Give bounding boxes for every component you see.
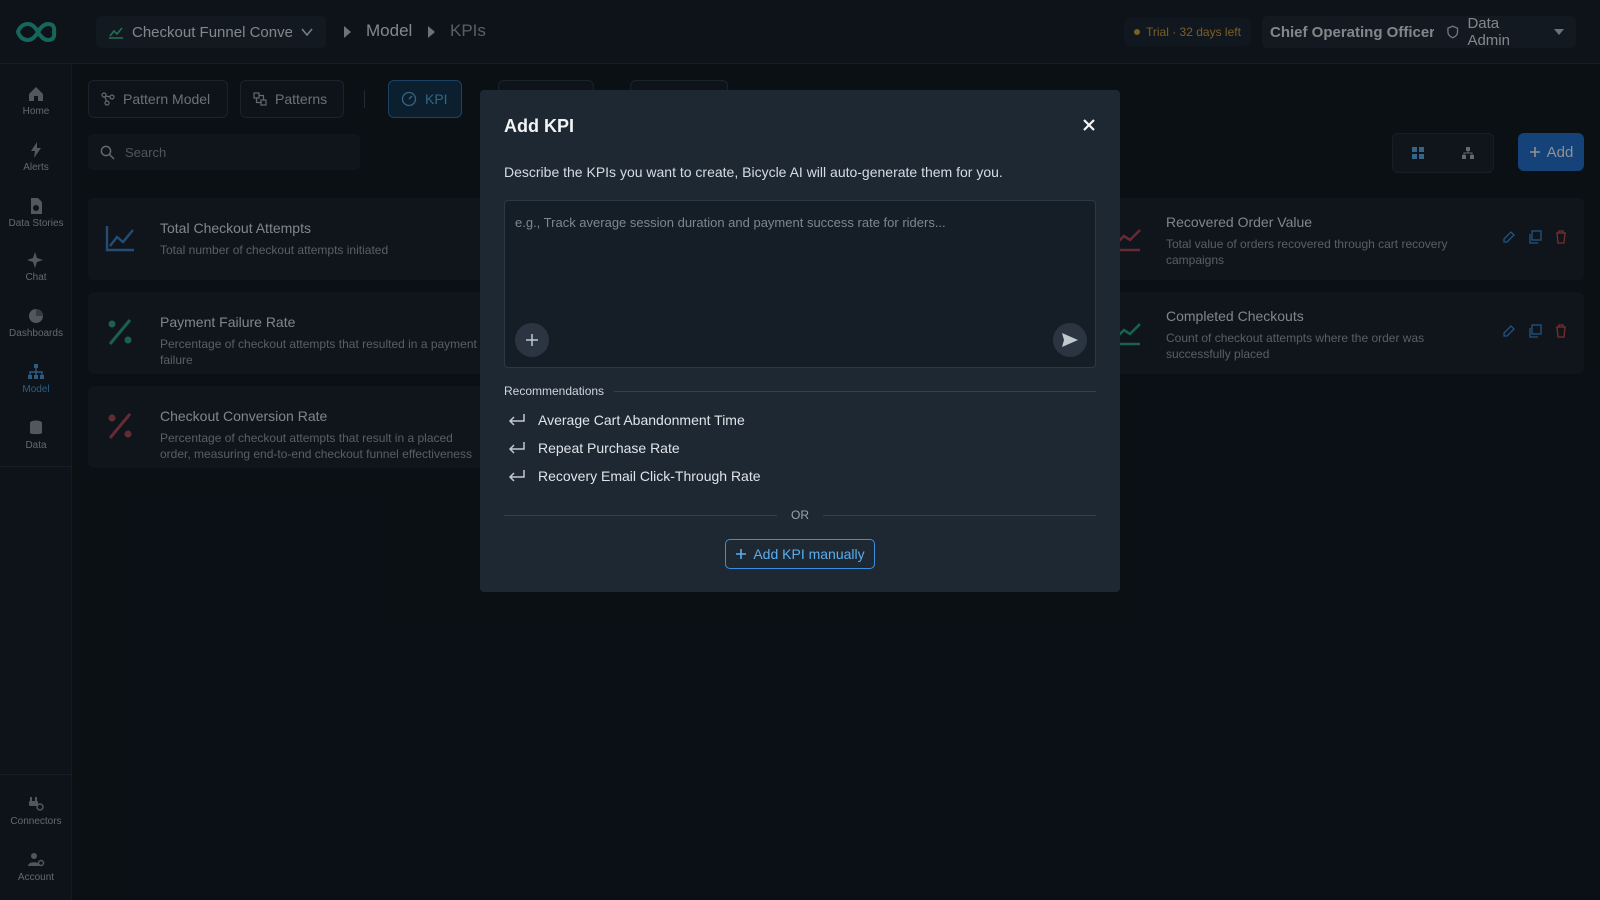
kpi-prompt-box xyxy=(504,200,1096,368)
send-icon xyxy=(1062,333,1078,347)
enter-arrow-icon xyxy=(508,470,525,482)
recommendation-item[interactable]: Average Cart Abandonment Time xyxy=(508,412,745,428)
recommendation-label: Repeat Purchase Rate xyxy=(538,440,680,456)
or-label: OR xyxy=(791,508,809,522)
recommendations-header: Recommendations xyxy=(504,384,1096,398)
divider xyxy=(504,514,777,516)
recommendation-item[interactable]: Recovery Email Click-Through Rate xyxy=(508,468,761,484)
attach-button[interactable] xyxy=(515,323,549,357)
divider xyxy=(614,390,1096,392)
recommendations-label: Recommendations xyxy=(504,384,605,398)
or-separator: OR xyxy=(504,508,1096,522)
send-button[interactable] xyxy=(1053,323,1087,357)
recommendation-label: Recovery Email Click-Through Rate xyxy=(538,468,761,484)
add-kpi-manually-label: Add KPI manually xyxy=(753,546,865,562)
modal-title: Add KPI xyxy=(504,116,574,136)
add-kpi-manually-button[interactable]: Add KPI manually xyxy=(725,539,875,569)
divider xyxy=(823,514,1096,516)
enter-arrow-icon xyxy=(508,414,525,426)
kpi-prompt-input[interactable] xyxy=(505,201,1095,311)
modal-description: Describe the KPIs you want to create, Bi… xyxy=(504,164,1003,180)
recommendation-item[interactable]: Repeat Purchase Rate xyxy=(508,440,680,456)
close-icon[interactable] xyxy=(1080,116,1098,134)
add-kpi-modal: Add KPI Describe the KPIs you want to cr… xyxy=(480,90,1120,592)
enter-arrow-icon xyxy=(508,442,525,454)
plus-icon xyxy=(736,549,747,559)
plus-icon xyxy=(526,334,538,346)
recommendation-label: Average Cart Abandonment Time xyxy=(538,412,745,428)
